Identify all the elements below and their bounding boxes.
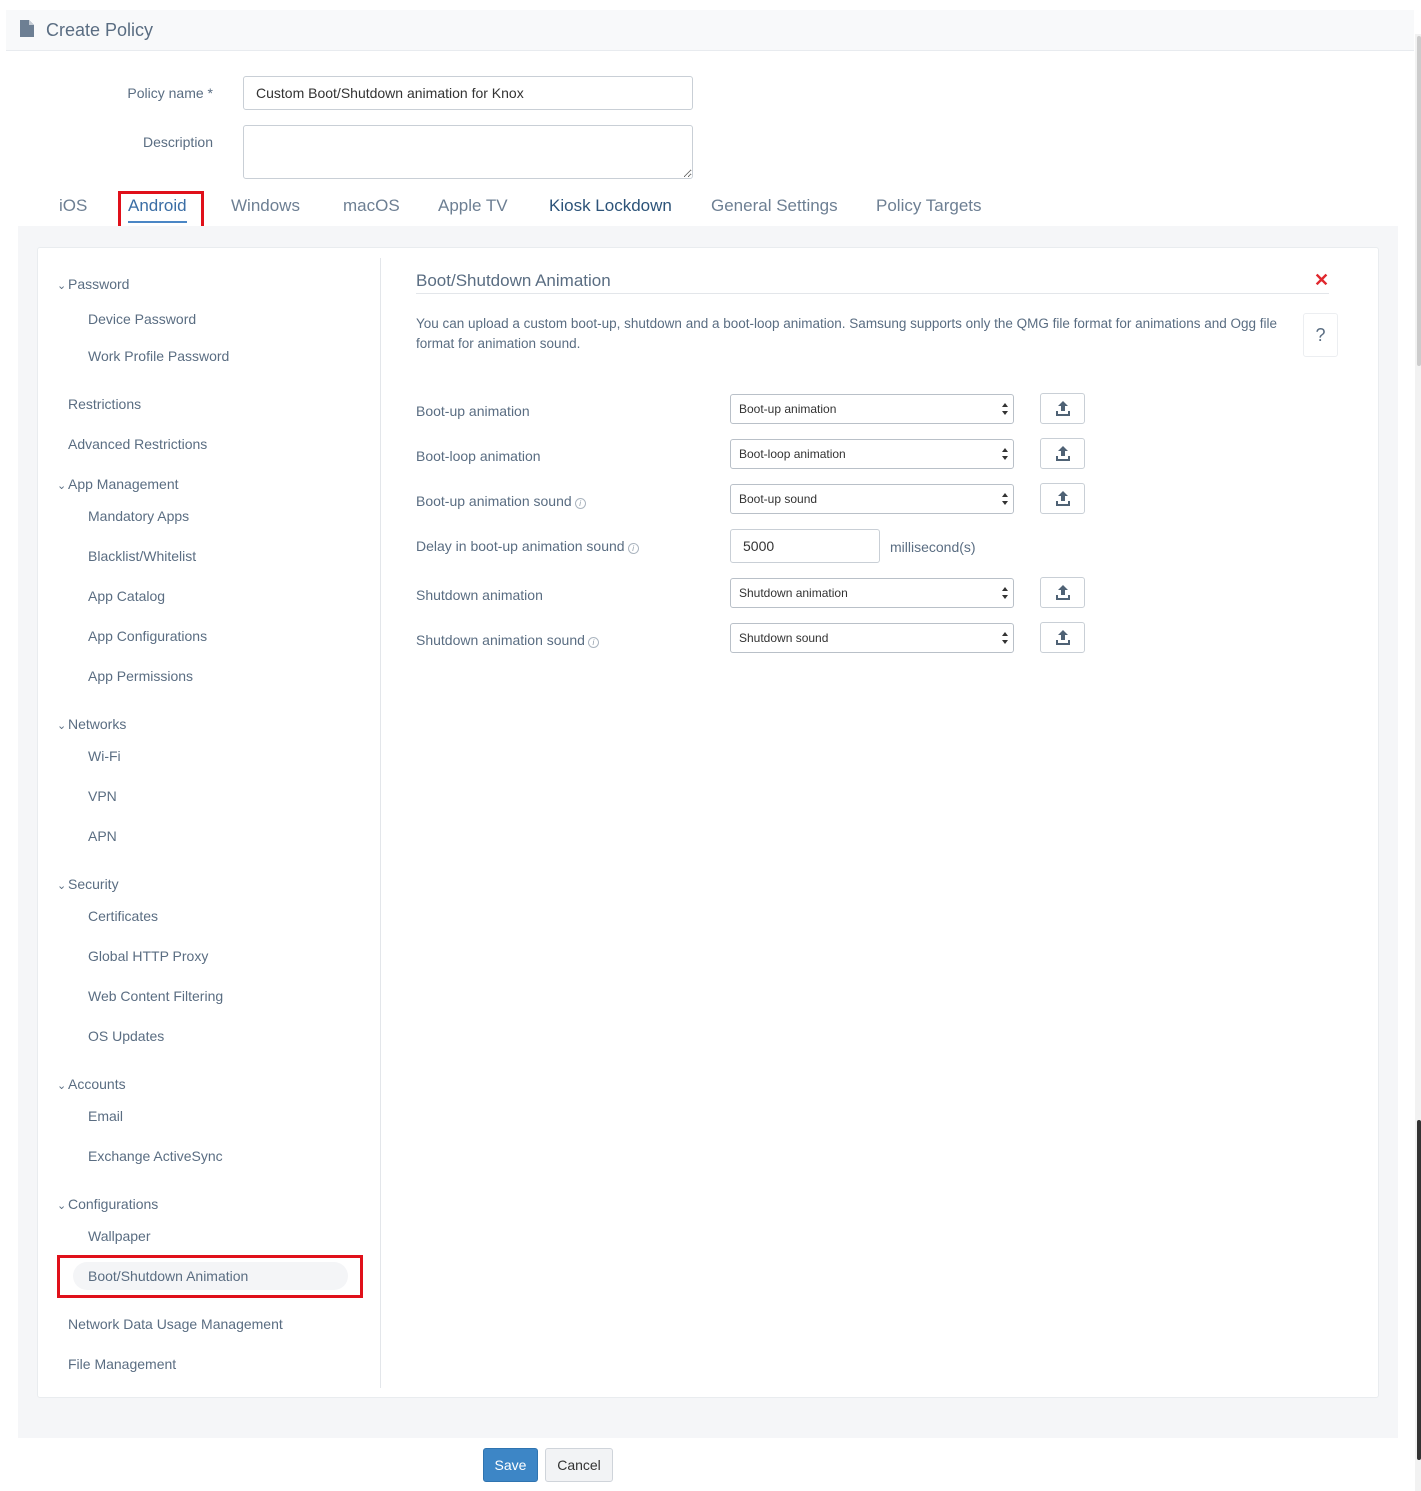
section-title: Boot/Shutdown Animation	[416, 271, 611, 290]
chevron-down-icon: ⌄	[57, 1200, 67, 1212]
boot-shutdown-highlight	[57, 1255, 363, 1298]
tab-apple-tv[interactable]: Apple TV	[438, 196, 508, 216]
upload-icon	[1056, 630, 1070, 645]
page-title: Create Policy	[46, 20, 154, 40]
sidebar-item-email[interactable]: Email	[88, 1108, 123, 1124]
policy-name-label: Policy name *	[127, 85, 213, 101]
info-icon[interactable]: i	[627, 543, 639, 554]
sidebar-item-global-http-proxy[interactable]: Global HTTP Proxy	[88, 948, 208, 964]
chevron-down-icon: ⌄	[57, 720, 67, 732]
sidebar-item-restrictions[interactable]: Restrictions	[68, 396, 141, 412]
info-icon[interactable]: i	[574, 498, 586, 509]
sidebar-item-apn[interactable]: APN	[88, 828, 117, 844]
bootup-sound-select[interactable]: Boot-up sound	[730, 484, 1014, 514]
delay-input[interactable]	[730, 529, 880, 563]
sidebar-item-file-management[interactable]: File Management	[68, 1356, 176, 1372]
sidebar-item-advanced-restrictions[interactable]: Advanced Restrictions	[68, 436, 207, 452]
bootup-sound-upload-button[interactable]	[1040, 483, 1085, 514]
upload-icon	[1056, 585, 1070, 600]
shutdown-sound-upload-button[interactable]	[1040, 622, 1085, 653]
sidebar-item-app-catalog[interactable]: App Catalog	[88, 588, 165, 604]
select-arrows-icon	[1002, 493, 1008, 505]
shutdown-animation-label: Shutdown animation	[416, 587, 543, 603]
tab-macos[interactable]: macOS	[343, 196, 400, 216]
policy-name-input[interactable]	[243, 76, 693, 110]
upload-icon	[1056, 401, 1070, 416]
select-arrows-icon	[1002, 403, 1008, 415]
bootup-sound-label: Boot-up animation sound i	[416, 493, 586, 509]
sidebar-item-work-profile-password[interactable]: Work Profile Password	[88, 348, 229, 364]
sidebar-divider	[380, 258, 381, 1388]
bootloop-animation-select[interactable]: Boot-loop animation	[730, 439, 1014, 469]
sidebar-group-app-management[interactable]: ⌄ App Management	[57, 476, 179, 492]
sidebar-item-device-password[interactable]: Device Password	[88, 311, 196, 327]
bootloop-animation-upload-button[interactable]	[1040, 438, 1085, 469]
scrollbar-thumb-upper[interactable]	[1417, 36, 1421, 366]
sidebar-group-configurations[interactable]: ⌄ Configurations	[57, 1196, 158, 1212]
sidebar-item-web-content-filtering[interactable]: Web Content Filtering	[88, 988, 223, 1004]
sidebar-item-exchange-activesync[interactable]: Exchange ActiveSync	[88, 1148, 223, 1164]
shutdown-sound-select[interactable]: Shutdown sound	[730, 623, 1014, 653]
settings-panel	[37, 247, 1379, 1398]
cancel-button[interactable]: Cancel	[545, 1448, 613, 1482]
description-input[interactable]	[243, 125, 693, 179]
scrollbar-thumb[interactable]	[1417, 1120, 1421, 1460]
shutdown-sound-label: Shutdown animation sound i	[416, 632, 599, 648]
sidebar-item-os-updates[interactable]: OS Updates	[88, 1028, 164, 1044]
help-button[interactable]: ?	[1303, 313, 1338, 357]
sidebar-item-app-configurations[interactable]: App Configurations	[88, 628, 207, 644]
sidebar-group-accounts[interactable]: ⌄ Accounts	[57, 1076, 126, 1092]
sidebar-item-mandatory-apps[interactable]: Mandatory Apps	[88, 508, 189, 524]
save-button[interactable]: Save	[483, 1448, 538, 1482]
close-icon[interactable]: ✕	[1314, 270, 1329, 291]
section-divider	[416, 293, 1329, 294]
tab-ios[interactable]: iOS	[59, 196, 87, 216]
sidebar-item-network-data-usage[interactable]: Network Data Usage Management	[68, 1316, 283, 1332]
sidebar-item-wifi[interactable]: Wi-Fi	[88, 748, 121, 764]
description-label: Description	[142, 134, 213, 150]
tab-policy-targets[interactable]: Policy Targets	[876, 196, 982, 216]
delay-label: Delay in boot-up animation sound i	[416, 538, 639, 554]
select-arrows-icon	[1002, 448, 1008, 460]
upload-icon	[1056, 491, 1070, 506]
select-arrows-icon	[1002, 587, 1008, 599]
sidebar-group-password[interactable]: ⌄ Password	[57, 276, 129, 292]
tab-general-settings[interactable]: General Settings	[711, 196, 838, 216]
sidebar-group-security[interactable]: ⌄ Security	[57, 876, 119, 892]
info-icon[interactable]: i	[587, 637, 599, 648]
bootup-animation-select[interactable]: Boot-up animation	[730, 394, 1014, 424]
sidebar-item-wallpaper[interactable]: Wallpaper	[88, 1228, 151, 1244]
chevron-down-icon: ⌄	[57, 480, 67, 492]
tab-windows[interactable]: Windows	[231, 196, 300, 216]
sidebar-item-vpn[interactable]: VPN	[88, 788, 117, 804]
select-arrows-icon	[1002, 632, 1008, 644]
document-icon	[20, 20, 34, 37]
shutdown-animation-select[interactable]: Shutdown animation	[730, 578, 1014, 608]
delay-unit-label: millisecond(s)	[890, 539, 976, 555]
chevron-down-icon: ⌄	[57, 880, 67, 892]
chevron-down-icon: ⌄	[57, 1080, 67, 1092]
section-description: You can upload a custom boot-up, shutdow…	[416, 316, 1278, 351]
sidebar-group-networks[interactable]: ⌄ Networks	[57, 716, 126, 732]
tab-kiosk-lockdown[interactable]: Kiosk Lockdown	[549, 196, 672, 216]
bootloop-animation-label: Boot-loop animation	[416, 448, 541, 464]
sidebar-item-app-permissions[interactable]: App Permissions	[88, 668, 193, 684]
chevron-down-icon: ⌄	[57, 280, 67, 292]
bootup-animation-upload-button[interactable]	[1040, 393, 1085, 424]
header-bar: Create Policy	[6, 10, 1414, 51]
sidebar-item-blacklist-whitelist[interactable]: Blacklist/Whitelist	[88, 548, 196, 564]
sidebar-item-certificates[interactable]: Certificates	[88, 908, 158, 924]
shutdown-animation-upload-button[interactable]	[1040, 577, 1085, 608]
bootup-animation-label: Boot-up animation	[416, 403, 530, 419]
upload-icon	[1056, 446, 1070, 461]
